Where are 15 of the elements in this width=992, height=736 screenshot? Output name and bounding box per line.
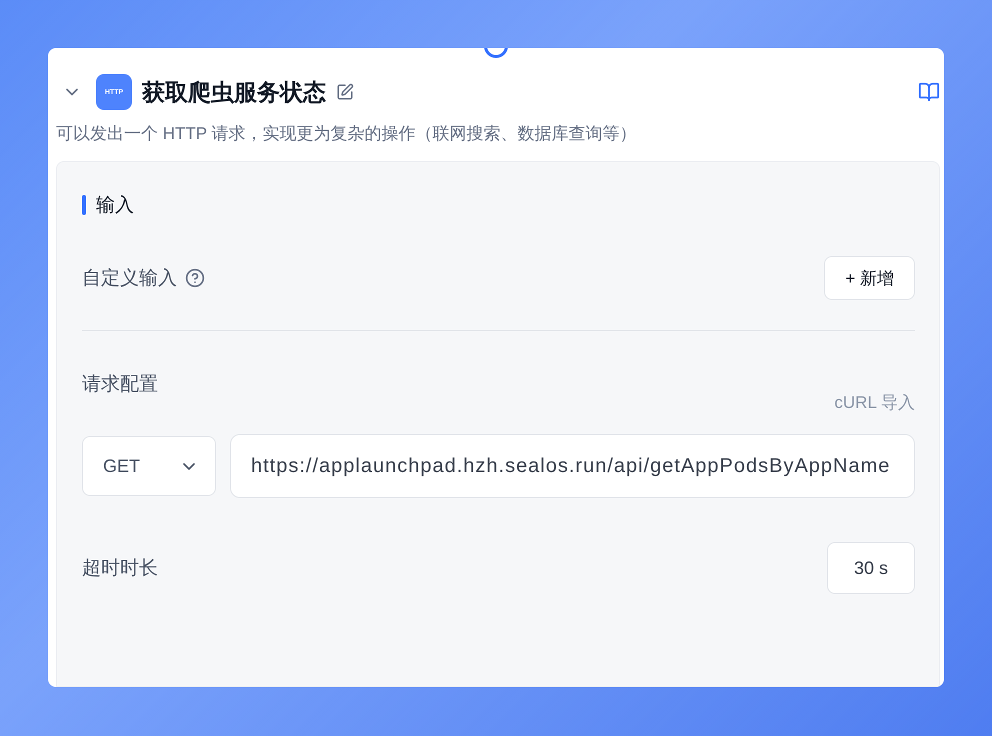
node-title: 获取爬虫服务状态 xyxy=(142,78,326,106)
method-select[interactable]: GET xyxy=(82,436,216,496)
section-marker xyxy=(82,195,86,215)
node-description: 可以发出一个 HTTP 请求，实现更为复杂的操作（联网搜索、数据库查询等） xyxy=(56,123,638,145)
request-config-label: 请求配置 xyxy=(82,373,158,397)
section-title: 输入 xyxy=(96,194,134,218)
edit-icon[interactable] xyxy=(336,83,354,101)
custom-input-label: 自定义输入 xyxy=(82,267,177,291)
add-button[interactable]: + 新增 xyxy=(824,256,915,300)
book-icon[interactable] xyxy=(918,81,940,103)
caret-icon xyxy=(183,462,195,470)
timeout-field[interactable]: 30 s xyxy=(826,542,915,594)
timeout-label: 超时时长 xyxy=(82,557,158,581)
url-field[interactable]: https://applaunchpad.hzh.sealos.run/api/getAppPodsByAppName xyxy=(230,434,915,498)
help-icon[interactable] xyxy=(185,268,205,288)
